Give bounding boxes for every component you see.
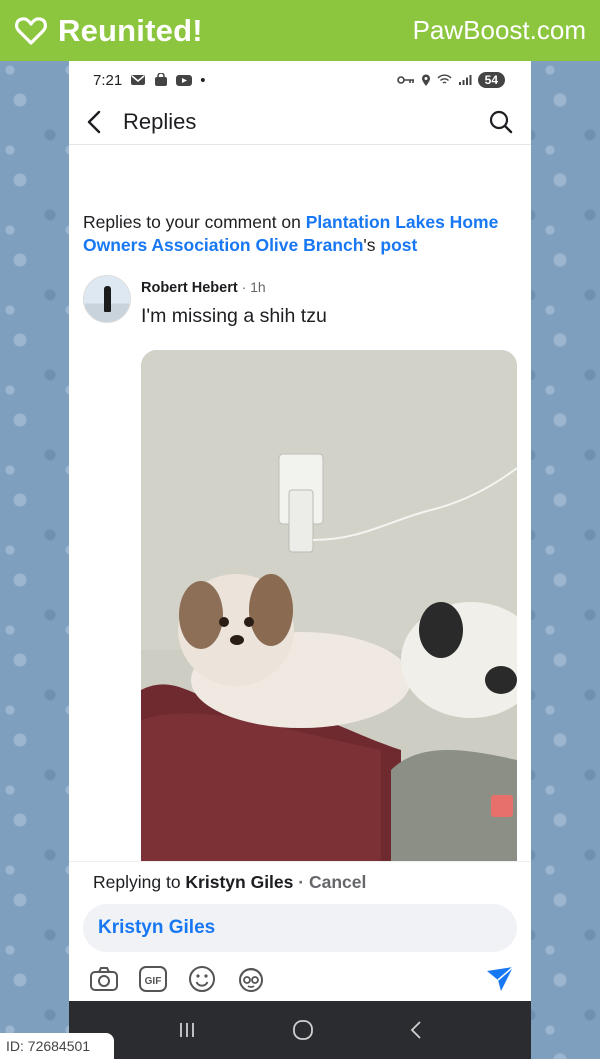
comment-author[interactable]: Robert Hebert (141, 280, 238, 296)
youtube-icon (176, 74, 193, 86)
bag-icon (155, 73, 168, 86)
dog-photo-illustration (141, 350, 517, 870)
signal-icon (458, 75, 472, 85)
system-navigation-bar (69, 1001, 531, 1059)
context-possessive: 's (363, 235, 381, 255)
send-icon[interactable] (485, 965, 515, 993)
replies-header: Replies (69, 99, 531, 145)
comment: Robert Hebert · 1h I'm missing a shih tz… (69, 257, 531, 328)
reply-context: Replies to your comment on Plantation La… (69, 211, 531, 257)
key-icon (396, 76, 414, 84)
reunited-brand: Reunited! (14, 13, 203, 49)
replying-to-name: Kristyn Giles (185, 872, 294, 892)
replying-prefix: Replying to (93, 872, 186, 892)
avatar[interactable] (83, 275, 131, 323)
post-link[interactable]: post (380, 235, 417, 255)
reunited-banner: Reunited! PawBoost.com (0, 0, 600, 61)
reply-composer: Replying to Kristyn Giles · Cancel Krist… (69, 861, 531, 1001)
home-icon[interactable] (292, 1019, 314, 1041)
gif-label: GIF (145, 976, 162, 987)
reply-input[interactable]: Kristyn Giles (83, 904, 517, 952)
id-tag: ID: 72684501 (0, 1033, 114, 1059)
comment-time: 1h (250, 279, 266, 295)
recent-apps-icon[interactable] (177, 1021, 197, 1039)
comment-meta: Robert Hebert · 1h (141, 279, 327, 296)
reply-toolbar: GIF (69, 952, 531, 994)
back-arrow-icon[interactable] (87, 110, 101, 134)
id-label: ID: 72684501 (6, 1038, 91, 1054)
comment-text: I'm missing a shih tzu (141, 305, 327, 327)
search-icon[interactable] (489, 110, 513, 134)
reunited-label: Reunited! (58, 12, 203, 48)
meta-separator: · (237, 279, 251, 295)
status-time: 7:21 (93, 71, 123, 89)
pawboost-logo[interactable]: PawBoost.com (413, 15, 586, 46)
replying-separator: · (293, 872, 309, 892)
replying-to-line: Replying to Kristyn Giles · Cancel (69, 862, 531, 893)
location-icon (421, 74, 430, 86)
gif-icon[interactable]: GIF (138, 965, 168, 993)
heart-icon (15, 16, 47, 45)
dog-photo[interactable] (141, 350, 517, 870)
status-bar: 7:21 • 54 (69, 61, 531, 99)
avatar-sticker-icon[interactable] (236, 964, 266, 994)
emoji-icon[interactable] (187, 964, 217, 994)
cancel-reply-button[interactable]: Cancel (309, 872, 366, 892)
page-title: Replies (123, 108, 197, 134)
reply-input-value: Kristyn Giles (98, 917, 216, 938)
camera-icon[interactable] (89, 966, 119, 992)
phone-screenshot: 7:21 • 54 Replies Replies to your commen… (69, 61, 531, 1059)
status-dot: • (200, 71, 206, 89)
system-back-icon[interactable] (409, 1020, 423, 1040)
wifi-icon (437, 74, 452, 84)
message-icon (131, 75, 146, 85)
context-prefix: Replies to your comment on (83, 212, 306, 232)
battery-indicator: 54 (477, 72, 505, 88)
